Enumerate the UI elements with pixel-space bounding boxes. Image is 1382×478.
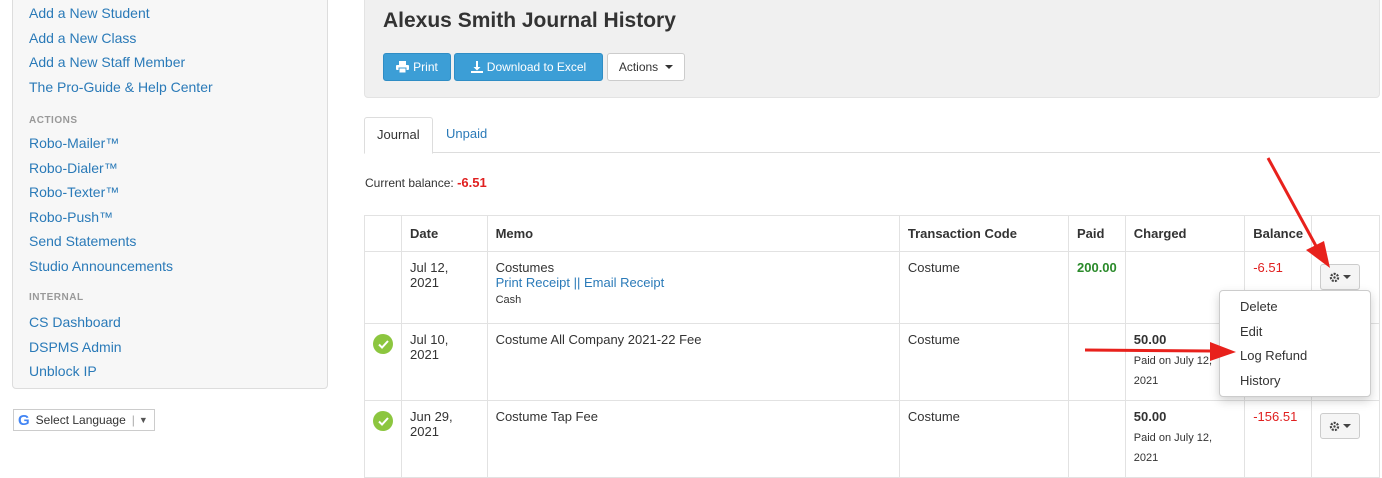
check-circle-icon (373, 334, 393, 354)
download-excel-label: Download to Excel (486, 60, 587, 74)
row-transaction-code: Costume (898, 400, 1070, 478)
receipt-link-separator: || (573, 275, 581, 290)
sidebar-link-robo-texter[interactable]: Robo-Texter™ (29, 180, 327, 205)
row-date: Jun 29, 2021 (401, 400, 488, 478)
header-status (364, 215, 402, 252)
chevron-down-icon (665, 65, 674, 69)
sidebar-link-studio-announcements[interactable]: Studio Announcements (29, 254, 327, 279)
tab-journal[interactable]: Journal (364, 117, 433, 154)
memo-text: Costumes (495, 260, 555, 275)
row-date: Jul 12, 2021 (401, 251, 488, 324)
row-status (364, 323, 402, 401)
row-status (364, 251, 402, 324)
actions-dropdown-button[interactable]: Actions (607, 53, 685, 81)
tab-unpaid[interactable]: Unpaid (434, 117, 499, 153)
print-button[interactable]: Print (383, 53, 451, 81)
menu-item-edit[interactable]: Edit (1220, 320, 1370, 345)
row-actions-gear-button[interactable] (1320, 264, 1361, 290)
sidebar-link-cs-dashboard[interactable]: CS Dashboard (29, 310, 327, 335)
menu-item-log-refund[interactable]: Log Refund (1220, 344, 1370, 369)
row-actions (1311, 400, 1380, 478)
row-memo: Costume All Company 2021-22 Fee (486, 323, 900, 401)
gear-icon (1329, 272, 1340, 282)
chevron-down-icon (1343, 275, 1352, 279)
sidebar-link-robo-mailer[interactable]: Robo-Mailer™ (29, 131, 327, 156)
email-receipt-link[interactable]: Email Receipt (584, 275, 664, 290)
receipt-links: Print Receipt || Email Receipt (496, 275, 891, 290)
row-paid (1068, 400, 1126, 478)
row-charged: 50.00 Paid on July 12, 2021 (1124, 400, 1246, 478)
gear-icon (1329, 421, 1340, 431)
sidebar-link-dspms-admin[interactable]: DSPMS Admin (29, 335, 327, 360)
actions-button-label: Actions (618, 60, 659, 74)
menu-item-history[interactable]: History (1220, 369, 1370, 394)
print-button-label: Print (413, 60, 438, 74)
google-logo-icon: G (18, 411, 30, 429)
row-transaction-code: Costume (898, 323, 1070, 401)
download-icon (470, 61, 483, 73)
row-balance: -156.51 (1244, 400, 1313, 478)
row-actions-gear-button[interactable] (1320, 413, 1361, 439)
current-balance: Current balance: -6.51 (365, 175, 487, 190)
payment-method: Cash (495, 294, 522, 306)
row-paid: 200.00 (1068, 251, 1126, 324)
sidebar-link-add-staff[interactable]: Add a New Staff Member (29, 50, 327, 75)
header-balance: Balance (1244, 215, 1313, 252)
sidebar-link-unblock-ip[interactable]: Unblock IP (29, 359, 327, 384)
tab-bar: Journal Unpaid (364, 117, 1380, 154)
check-circle-icon (373, 411, 393, 431)
language-label: Select Language (35, 413, 126, 427)
charged-amount: 50.00 (1133, 409, 1167, 424)
row-memo: Costume Tap Fee (486, 400, 900, 478)
print-receipt-link[interactable]: Print Receipt (496, 275, 570, 290)
sidebar-heading-actions: ACTIONS (29, 115, 78, 126)
header-actions (1311, 215, 1380, 252)
row-status (364, 400, 402, 478)
row-actions-dropdown-menu: Delete Edit Log Refund History (1219, 290, 1371, 397)
row-transaction-code: Costume (898, 251, 1070, 324)
sidebar-link-send-statements[interactable]: Send Statements (29, 229, 327, 254)
header-memo: Memo (486, 215, 900, 252)
current-balance-value: -6.51 (457, 175, 487, 190)
header-charged: Charged (1124, 215, 1246, 252)
header-panel: Alexus Smith Journal History Print Downl… (364, 0, 1380, 98)
current-balance-label: Current balance: (365, 176, 454, 190)
chevron-down-icon (1343, 424, 1352, 428)
table-header-row: Date Memo Transaction Code Paid Charged … (364, 215, 1380, 252)
charged-note: Paid on July 12, 2021 (1133, 432, 1213, 464)
download-excel-button[interactable]: Download to Excel (454, 53, 603, 81)
row-memo: Costumes Print Receipt || Email Receipt … (486, 251, 900, 324)
table-row: Jun 29, 2021 Costume Tap Fee Costume 50.… (364, 400, 1380, 478)
header-date: Date (401, 215, 488, 252)
print-icon (396, 61, 410, 73)
sidebar-link-help-center[interactable]: The Pro-Guide & Help Center (29, 75, 327, 100)
menu-item-delete[interactable]: Delete (1220, 295, 1370, 320)
language-selector[interactable]: G Select Language | ▼ (13, 409, 155, 431)
sidebar-link-add-class[interactable]: Add a New Class (29, 26, 327, 51)
sidebar-link-add-student[interactable]: Add a New Student (29, 1, 327, 26)
sidebar-heading-internal: INTERNAL (29, 292, 84, 303)
sidebar-link-robo-push[interactable]: Robo-Push™ (29, 205, 327, 230)
header-transaction-code: Transaction Code (898, 215, 1070, 252)
row-date: Jul 10, 2021 (401, 323, 488, 401)
row-paid (1068, 323, 1126, 401)
sidebar-link-robo-dialer[interactable]: Robo-Dialer™ (29, 156, 327, 181)
header-paid: Paid (1068, 215, 1126, 252)
language-separator: | (131, 413, 135, 427)
page-title: Alexus Smith Journal History (383, 9, 676, 32)
chevron-down-icon: ▼ (138, 415, 148, 425)
sidebar: Add a New Student Add a New Class Add a … (12, 0, 328, 389)
